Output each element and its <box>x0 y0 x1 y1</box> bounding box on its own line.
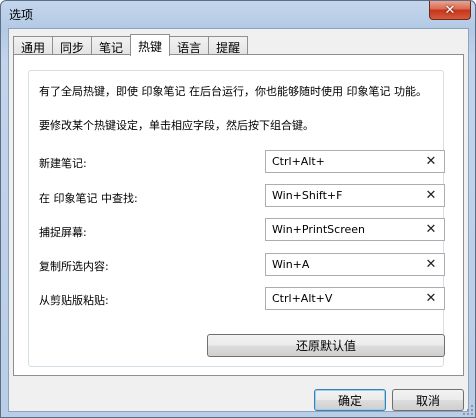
tab-hotkeys[interactable]: 热键 <box>130 34 171 56</box>
hotkey-field-capture-screen[interactable]: ✕ <box>265 218 445 241</box>
hotkey-input-new-note[interactable] <box>266 151 416 172</box>
hotkey-input-paste-clipboard[interactable] <box>266 288 416 309</box>
resize-grip-icon[interactable] <box>462 404 474 416</box>
clear-icon[interactable]: ✕ <box>424 291 438 307</box>
hotkey-label-new-note: 新建笔记: <box>39 157 87 170</box>
clear-icon[interactable]: ✕ <box>424 222 438 238</box>
tab-sync[interactable]: 同步 <box>52 36 93 55</box>
close-window-button[interactable]: ✕ <box>429 1 471 20</box>
window-title: 选项 <box>9 8 34 22</box>
hotkeys-panel: 有了全局热键，即使 印象笔记 在后台运行，你也能够随时使用 印象笔记 功能。 要… <box>13 54 464 376</box>
tab-language[interactable]: 语言 <box>169 36 210 55</box>
hotkey-field-copy-selection[interactable]: ✕ <box>265 253 445 276</box>
hotkey-field-paste-clipboard[interactable]: ✕ <box>265 287 445 310</box>
dialog-client-area: 通用 同步 笔记 热键 语言 提醒 有了全局热键，即使 印象笔记 在后台运行，你… <box>8 28 469 412</box>
cancel-button[interactable]: 取消 <box>392 389 464 411</box>
title-bar[interactable]: 选项 ✕ <box>1 1 476 29</box>
tab-strip: 通用 同步 笔记 热键 语言 提醒 <box>13 34 249 56</box>
hotkey-label-search: 在 印象笔记 中查找: <box>39 192 138 205</box>
clear-icon[interactable]: ✕ <box>424 154 438 170</box>
hotkey-input-capture-screen[interactable] <box>266 219 416 240</box>
hotkeys-group: 有了全局热键，即使 印象笔记 在后台运行，你也能够随时使用 印象笔记 功能。 要… <box>28 70 445 367</box>
tab-general[interactable]: 通用 <box>13 36 54 55</box>
close-icon: ✕ <box>444 2 456 18</box>
hotkey-label-paste-clipboard: 从剪贴版粘贴: <box>39 294 109 307</box>
hotkey-input-search[interactable] <box>266 185 416 206</box>
hotkey-label-copy-selection: 复制所选内容: <box>39 260 109 273</box>
clear-icon[interactable]: ✕ <box>424 188 438 204</box>
hotkey-input-copy-selection[interactable] <box>266 254 416 275</box>
tab-reminders[interactable]: 提醒 <box>208 36 249 55</box>
hotkeys-instruction: 要修改某个热键设定，单击相应字段，然后按下组合键。 <box>39 119 314 132</box>
hotkey-label-capture-screen: 捕捉屏幕: <box>39 226 87 239</box>
options-window: 选项 ✕ 通用 同步 笔记 热键 语言 提醒 有了全局热键，即使 印象笔记 在后… <box>0 0 476 418</box>
ok-button[interactable]: 确定 <box>314 389 386 411</box>
clear-icon[interactable]: ✕ <box>424 257 438 273</box>
hotkey-field-new-note[interactable]: ✕ <box>265 150 445 173</box>
hotkey-field-search[interactable]: ✕ <box>265 184 445 207</box>
tab-notes[interactable]: 笔记 <box>91 36 132 55</box>
restore-defaults-button[interactable]: 还原默认值 <box>207 334 445 357</box>
hotkeys-description: 有了全局热键，即使 印象笔记 在后台运行，你也能够随时使用 印象笔记 功能。 <box>39 85 427 98</box>
